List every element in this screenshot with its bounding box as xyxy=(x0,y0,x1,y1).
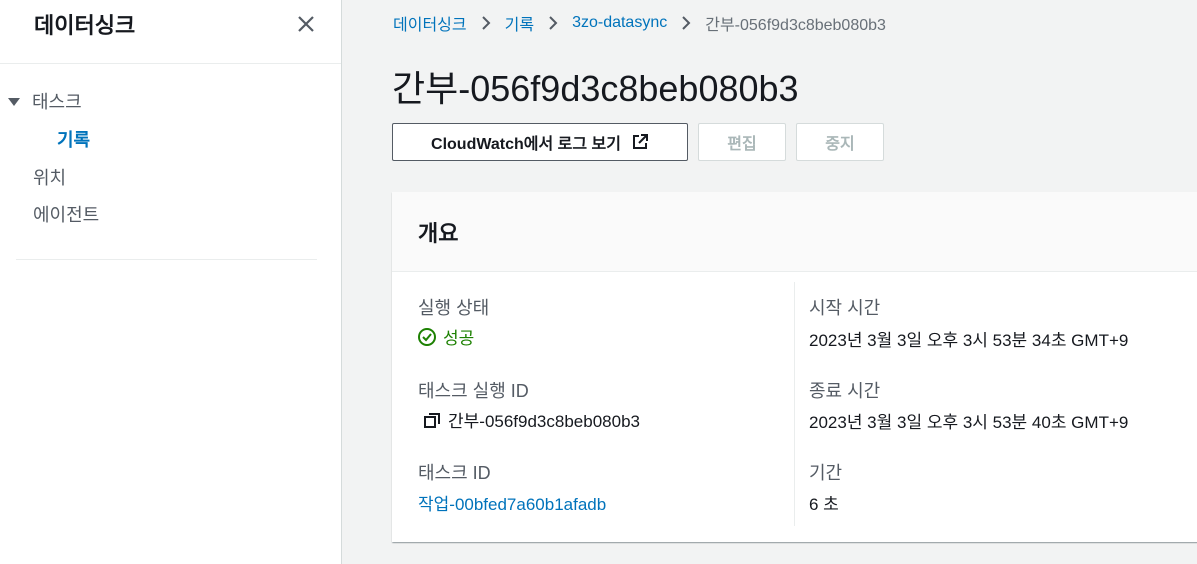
end-time-label: 종료 시간 xyxy=(809,381,881,401)
start-time-label: 시작 시간 xyxy=(809,298,881,318)
caret-down-icon[interactable] xyxy=(8,98,20,106)
execution-status-text: 성공 xyxy=(443,329,475,348)
task-execution-id-label: 태스크 실행 ID xyxy=(418,381,529,401)
copy-icon[interactable] xyxy=(422,410,442,430)
edit-button[interactable]: 편집 xyxy=(698,123,786,161)
chevron-right-icon xyxy=(682,16,691,30)
sidebar-group-tasks[interactable]: 태스크 xyxy=(8,89,82,113)
sidebar-header: 데이터싱크 xyxy=(0,0,341,64)
overview-panel: 개요 실행 상태 성공 태스크 실행 ID 간부-056f9d3c8beb080… xyxy=(392,192,1197,542)
sidebar-divider xyxy=(16,259,317,260)
breadcrumb: 데이터싱크 기록 3zo-datasync 간부-056f9d3c8beb080… xyxy=(393,11,886,35)
view-logs-button-label: CloudWatch에서 로그 보기 xyxy=(431,136,621,153)
execution-status-label: 실행 상태 xyxy=(418,298,490,318)
sidebar-item-history[interactable]: 기록 xyxy=(57,126,90,152)
duration-value: 6 초 xyxy=(809,495,839,514)
stop-button[interactable]: 중지 xyxy=(796,123,884,161)
start-time-value: 2023년 3월 3일 오후 3시 53분 34초 GMT+9 xyxy=(809,331,1129,350)
close-icon[interactable] xyxy=(294,12,318,36)
external-link-icon xyxy=(632,134,648,149)
overview-header: 개요 xyxy=(392,192,1197,272)
column-divider xyxy=(794,282,795,526)
breadcrumb-history[interactable]: 기록 xyxy=(505,11,534,35)
chevron-right-icon xyxy=(549,16,558,30)
task-execution-id-text: 간부-056f9d3c8beb080b3 xyxy=(448,412,640,431)
breadcrumb-task[interactable]: 3zo-datasync xyxy=(572,14,667,32)
page-title: 간부-056f9d3c8beb080b3 xyxy=(392,68,799,109)
chevron-right-icon xyxy=(481,16,491,30)
task-id-link[interactable]: 작업-00bfed7a60b1afadb xyxy=(418,490,606,515)
breadcrumb-current: 간부-056f9d3c8beb080b3 xyxy=(705,17,886,34)
sidebar-item-locations[interactable]: 위치 xyxy=(33,164,66,190)
execution-status-value: 성공 xyxy=(417,324,474,349)
task-execution-id-value: 간부-056f9d3c8beb080b3 xyxy=(422,407,640,432)
overview-title: 개요 xyxy=(418,221,459,246)
sidebar-item-agents[interactable]: 에이전트 xyxy=(33,201,99,227)
view-logs-cloudwatch-button[interactable]: CloudWatch에서 로그 보기 xyxy=(392,123,688,161)
sidebar-title[interactable]: 데이터싱크 xyxy=(34,8,135,40)
sidebar: 데이터싱크 태스크 기록 위치 에이전트 xyxy=(0,0,342,564)
success-check-icon xyxy=(418,327,436,346)
sidebar-group-label[interactable]: 태스크 xyxy=(32,88,82,114)
task-id-label: 태스크 ID xyxy=(418,463,491,483)
breadcrumb-datasync[interactable]: 데이터싱크 xyxy=(393,11,467,35)
end-time-value: 2023년 3월 3일 오후 3시 53분 40초 GMT+9 xyxy=(809,413,1129,432)
duration-label: 기간 xyxy=(809,463,843,483)
